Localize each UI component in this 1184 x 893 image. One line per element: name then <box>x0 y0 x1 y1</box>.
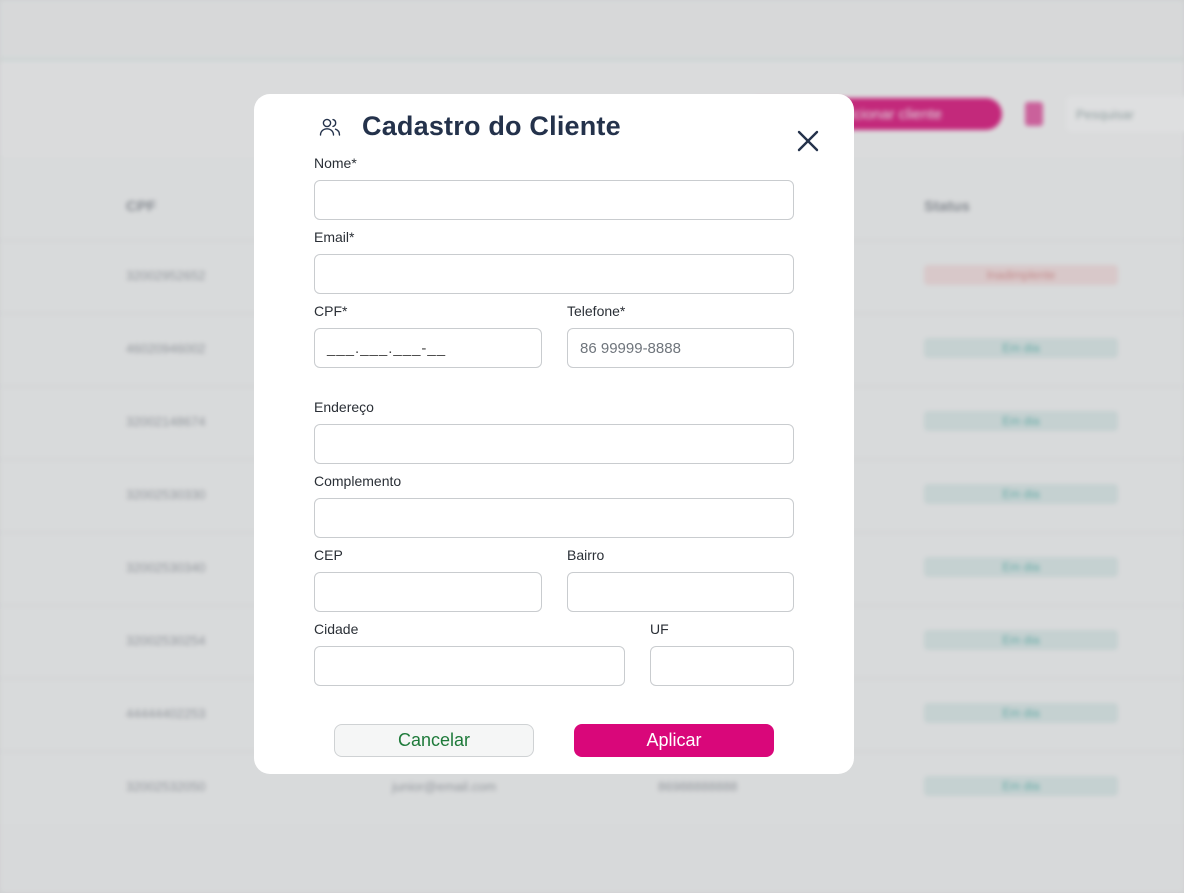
modal-title: Cadastro do Cliente <box>362 111 621 141</box>
cpf-field[interactable]: ___.___.___-__ <box>314 328 542 368</box>
complemento-label: Complemento <box>314 473 402 489</box>
close-icon[interactable] <box>794 127 822 155</box>
cep-field[interactable] <box>314 572 542 612</box>
uf-field[interactable] <box>650 646 794 686</box>
apply-button[interactable]: Aplicar <box>574 724 774 757</box>
cpf-label: CPF* <box>314 303 348 319</box>
cidade-field[interactable] <box>314 646 625 686</box>
bairro-label: Bairro <box>567 547 605 563</box>
endereco-label: Endereço <box>314 399 374 415</box>
email-label: Email* <box>314 229 355 245</box>
bairro-field[interactable] <box>567 572 794 612</box>
nome-label: Nome* <box>314 155 357 171</box>
telefone-field[interactable]: 86 99999-8888 <box>567 328 794 368</box>
uf-label: UF <box>650 621 669 637</box>
users-icon <box>319 118 341 136</box>
endereco-field[interactable] <box>314 424 794 464</box>
cidade-label: Cidade <box>314 621 359 637</box>
nome-field[interactable] <box>314 180 794 220</box>
cep-label: CEP <box>314 547 343 563</box>
complemento-field[interactable] <box>314 498 794 538</box>
client-registration-modal: Cadastro do Cliente Nome* Email* CPF* __… <box>254 94 854 774</box>
telefone-label: Telefone* <box>567 303 626 319</box>
cancel-button[interactable]: Cancelar <box>334 724 534 757</box>
email-field[interactable] <box>314 254 794 294</box>
